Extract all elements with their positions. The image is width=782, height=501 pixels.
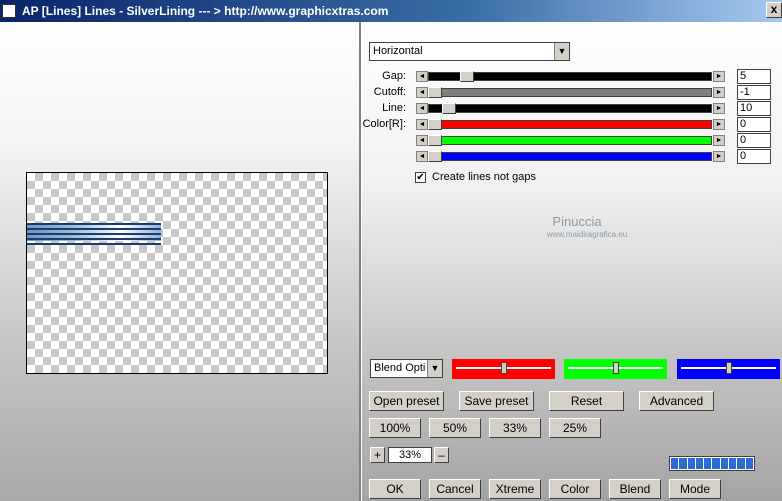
watermark-name: Pinuccia — [552, 214, 602, 229]
create-lines-checkbox[interactable]: ✔ — [415, 172, 426, 183]
chevron-down-icon[interactable]: ▼ — [554, 43, 569, 60]
create-lines-label: Create lines not gaps — [432, 171, 536, 183]
color-slider-knob[interactable] — [725, 362, 732, 374]
slider-track[interactable] — [428, 136, 712, 145]
slider-left-arrow-icon[interactable]: ◄ — [416, 87, 428, 98]
cancel-button[interactable]: Cancel — [429, 479, 481, 499]
progress-segment — [679, 458, 687, 469]
slider-value-field[interactable]: 0 — [737, 133, 771, 148]
color-slider-knob[interactable] — [500, 362, 507, 374]
slider-value-field[interactable]: 10 — [737, 101, 771, 116]
open-preset-button[interactable]: Open preset — [369, 391, 444, 411]
preview-line — [27, 243, 161, 245]
advanced-button[interactable]: Advanced — [639, 391, 714, 411]
color-slider-box[interactable] — [452, 359, 555, 379]
slider-left-arrow-icon[interactable]: ◄ — [416, 71, 428, 82]
blend-options-dropdown[interactable]: Blend Optio ▼ — [370, 359, 443, 378]
slider-left-arrow-icon[interactable]: ◄ — [416, 151, 428, 162]
slider-left-arrow-icon[interactable]: ◄ — [416, 103, 428, 114]
save-preset-button[interactable]: Save preset — [459, 391, 534, 411]
slider-label: Gap: — [382, 70, 406, 82]
progress-segment — [671, 458, 679, 469]
app-icon — [2, 4, 16, 18]
progress-segment — [687, 458, 695, 469]
window-title: AP [Lines] Lines - SilverLining --- > ht… — [22, 4, 389, 18]
preview-line — [27, 238, 161, 240]
slider-right-arrow-icon[interactable]: ► — [713, 151, 725, 162]
chevron-down-icon[interactable]: ▼ — [427, 360, 442, 377]
slider-label: Color[R]: — [362, 118, 406, 130]
slider-thumb[interactable] — [428, 151, 442, 162]
zoom-out-button[interactable]: – — [434, 447, 449, 463]
reset-button[interactable]: Reset — [549, 391, 624, 411]
progress-segment — [695, 458, 704, 469]
color-slider-box[interactable] — [677, 359, 780, 379]
color-button[interactable]: Color — [549, 479, 601, 499]
blend-button[interactable]: Blend — [609, 479, 661, 499]
slider-thumb[interactable] — [460, 71, 475, 82]
slider-track[interactable] — [428, 104, 712, 113]
zoom-25-button[interactable]: 25% — [549, 418, 601, 438]
progress-segment — [729, 458, 737, 469]
direction-value: Horizontal — [373, 45, 423, 57]
zoom-100-button[interactable]: 100% — [369, 418, 421, 438]
slider-thumb[interactable] — [441, 103, 456, 114]
progress-segment — [737, 458, 745, 469]
slider-thumb[interactable] — [428, 119, 442, 130]
zoom-33-button[interactable]: 33% — [489, 418, 541, 438]
slider-label: Line: — [382, 102, 406, 114]
controls-pane: Horizontal ▼ Gap: ◄ ► 5 Cutoff: ◄ ► -1 Line: ◄ ► 10… — [362, 22, 782, 501]
slider-right-arrow-icon[interactable]: ► — [713, 103, 725, 114]
slider-track[interactable] — [428, 88, 712, 97]
watermark-url: www.maidiragrafica.eu — [546, 230, 628, 239]
blend-options-value: Blend Optio — [374, 362, 426, 374]
slider-left-arrow-icon[interactable]: ◄ — [416, 135, 428, 146]
color-slider-knob[interactable] — [612, 362, 619, 374]
zoom-value-field[interactable]: 33% — [388, 447, 432, 463]
slider-left-arrow-icon[interactable]: ◄ — [416, 119, 428, 130]
zoom-in-button[interactable]: + — [370, 447, 385, 463]
progress-segment — [745, 458, 753, 469]
slider-right-arrow-icon[interactable]: ► — [713, 119, 725, 130]
slider-track[interactable] — [428, 120, 712, 129]
slider-right-arrow-icon[interactable]: ► — [713, 135, 725, 146]
xtreme-button[interactable]: Xtreme — [489, 479, 541, 499]
slider-right-arrow-icon[interactable]: ► — [713, 87, 725, 98]
preview-line — [27, 233, 161, 235]
progress-segment — [720, 458, 729, 469]
slider-value-field[interactable]: -1 — [737, 85, 771, 100]
preview-pane — [0, 22, 359, 501]
preview-line — [27, 228, 161, 230]
slider-right-arrow-icon[interactable]: ► — [713, 71, 725, 82]
ok-button[interactable]: OK — [369, 479, 421, 499]
preview-line — [27, 223, 161, 225]
progress-segment — [704, 458, 712, 469]
zoom-50-button[interactable]: 50% — [429, 418, 481, 438]
slider-value-field[interactable]: 0 — [737, 117, 771, 132]
slider-track[interactable] — [428, 152, 712, 161]
slider-value-field[interactable]: 0 — [737, 149, 771, 164]
slider-label: Cutoff: — [373, 86, 406, 98]
slider-thumb[interactable] — [428, 87, 442, 98]
slider-thumb[interactable] — [428, 135, 442, 146]
slider-value-field[interactable]: 5 — [737, 69, 771, 84]
direction-dropdown[interactable]: Horizontal ▼ — [369, 42, 570, 61]
title-bar: AP [Lines] Lines - SilverLining --- > ht… — [0, 0, 782, 22]
color-slider-box[interactable] — [564, 359, 667, 379]
close-button[interactable]: x — [766, 2, 782, 18]
progress-segment — [712, 458, 720, 469]
preview-canvas[interactable] — [26, 172, 328, 374]
progress-meter — [669, 456, 755, 471]
mode-button[interactable]: Mode — [669, 479, 721, 499]
